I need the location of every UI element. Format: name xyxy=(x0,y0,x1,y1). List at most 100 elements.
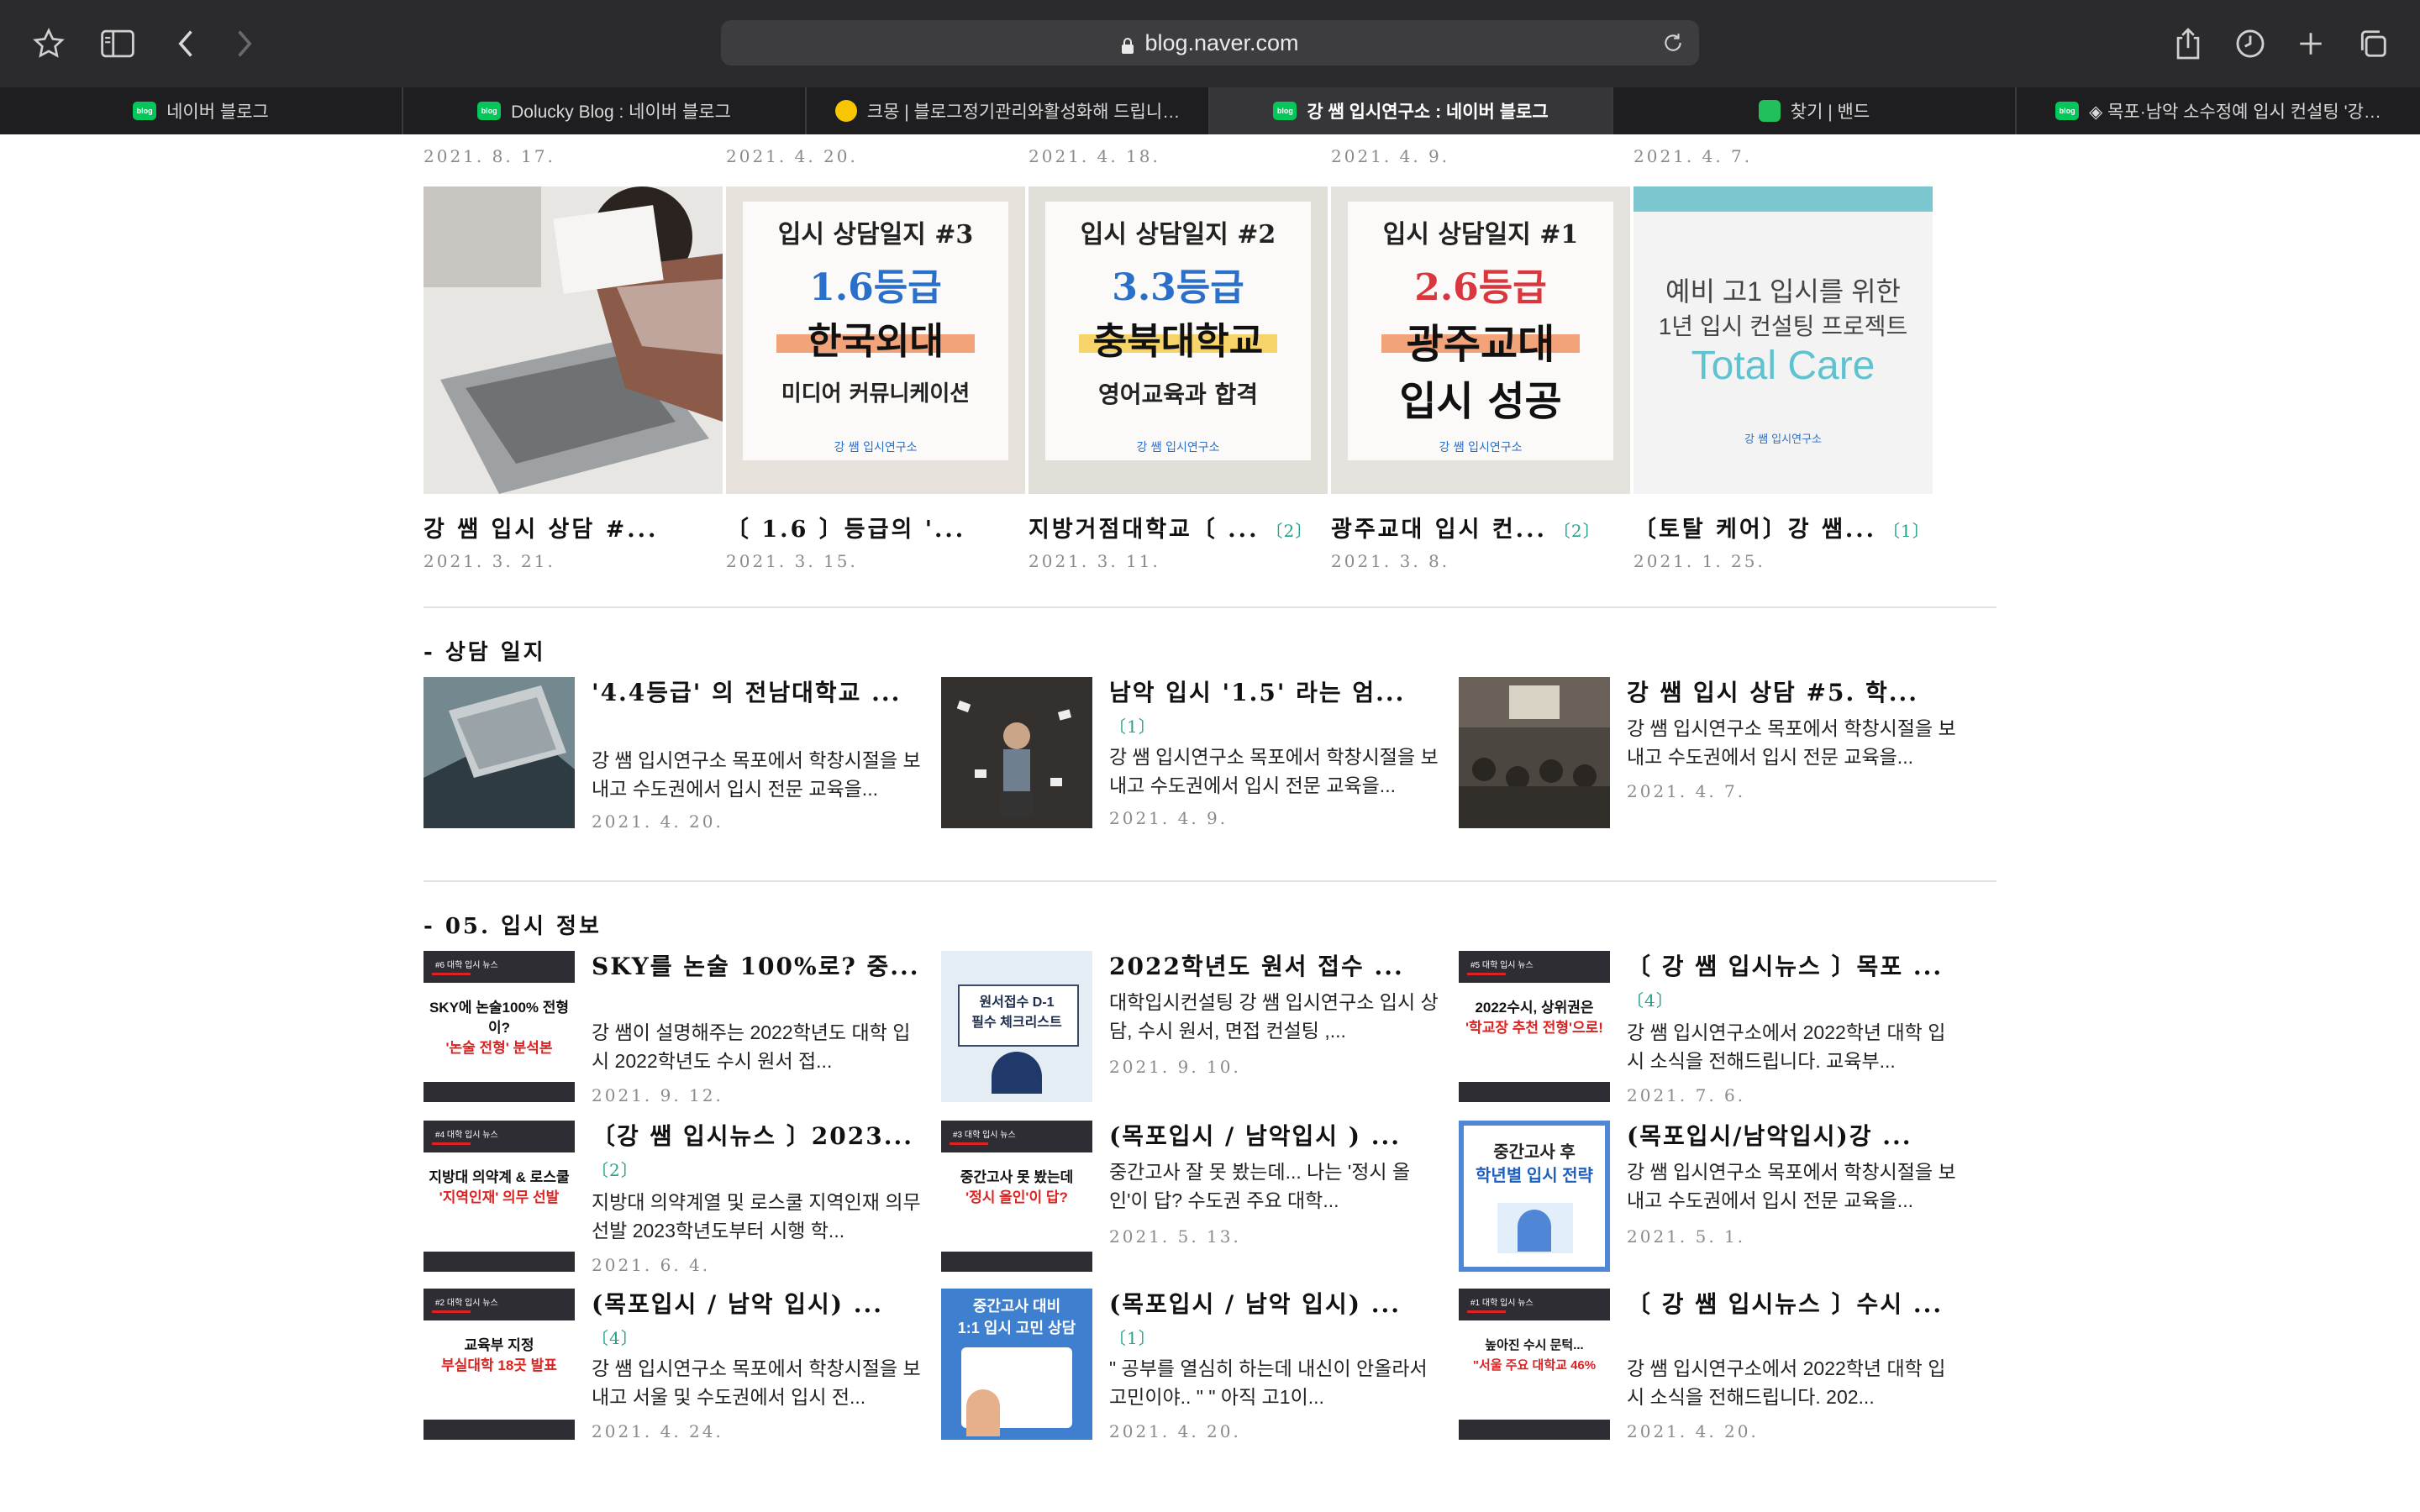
comment-count[interactable]: 〔2〕 xyxy=(1554,521,1601,541)
comment-count[interactable]: 〔4〕 xyxy=(592,1328,639,1348)
share-icon[interactable] xyxy=(2166,22,2210,66)
card-line1: 입시 상담일지 #2 xyxy=(1080,220,1276,249)
browser-tab[interactable]: 크몽 | 블로그정기관리와활성화해 드립니… xyxy=(807,87,1210,134)
post-title-link[interactable]: 〔토탈 케어〕강 쌤... 〔1〕 xyxy=(1634,511,1930,543)
post-title-link[interactable]: 강 쌤 입시 상담 #5. 학... xyxy=(1627,677,1963,709)
post-thumbnail[interactable] xyxy=(941,677,1092,828)
post-date: 2021. 1. 25. xyxy=(1634,551,1765,571)
post-thumbnail[interactable]: #4 대학 입시 뉴스 지방대 의약계 & 로스쿨 '지역인재' 의무 선발 xyxy=(424,1121,575,1272)
post-thumbnail[interactable]: #6 대학 입시 뉴스 SKY에 논술100% 전형이? '논술 전형' 분석본 xyxy=(424,951,575,1102)
card-grade: 2.6등급 xyxy=(1414,266,1547,309)
browser-tab[interactable]: blog ◈ 목포·남악 소수정예 입시 컨설팅 '강… xyxy=(2017,87,2420,134)
blog-favicon-icon: blog xyxy=(477,102,502,120)
browser-tab[interactable]: blog Dolucky Blog : 네이버 블로그 xyxy=(403,87,807,134)
post-excerpt: 강 쌤 입시연구소 목포에서 학창시절을 보내고 수도권에서 입시 전문 교육을… xyxy=(1627,1161,1956,1211)
post-thumbnail[interactable] xyxy=(1459,677,1610,828)
address-bar[interactable]: blog.naver.com xyxy=(721,20,1699,66)
comment-count[interactable]: 〔1〕 xyxy=(1109,1328,1156,1348)
card-logo: 강 쌤 입시연구소 xyxy=(1744,433,1822,446)
post-title-link[interactable]: 〔 강 쌤 입시뉴스 〕수시 ... xyxy=(1627,1289,1963,1320)
browser-tab[interactable]: blog 네이버 블로그 xyxy=(0,87,403,134)
post-thumbnail[interactable] xyxy=(424,186,723,494)
post-thumbnail[interactable]: 입시 상담일지 #3 1.6등급 한국외대 미디어 커뮤니케이션 강 쌤 입시연… xyxy=(726,186,1025,494)
browser-tab[interactable]: 찾기 | 밴드 xyxy=(1613,87,2017,134)
history-clock-icon[interactable] xyxy=(2228,22,2272,66)
post-date: 2021. 9. 10. xyxy=(1109,1057,1241,1077)
section-title[interactable]: - 05. 입시 정보 xyxy=(424,909,602,940)
post-title-link[interactable]: SKY를 논술 100%로? 중... xyxy=(592,951,928,983)
post-title-link[interactable]: 2022학년도 원서 접수 ... xyxy=(1109,951,1445,983)
back-chevron-icon[interactable] xyxy=(165,22,208,66)
post-date: 2021. 4. 9. xyxy=(1331,146,1450,166)
browser-tab-active[interactable]: blog 강 쌤 입시연구소 : 네이버 블로그 xyxy=(1210,87,1613,134)
blog-favicon-icon: blog xyxy=(133,102,157,120)
card-grade: 3.3등급 xyxy=(1112,266,1244,309)
post-date: 2021. 4. 20. xyxy=(1109,1421,1241,1441)
comment-count[interactable]: 〔1〕 xyxy=(1883,521,1930,541)
post-title-link[interactable]: 〔 강 쌤 입시뉴스 〕목포 ... 〔4〕 xyxy=(1627,951,1963,1016)
post-title-link[interactable]: (목포입시 / 남악입시 ) ... xyxy=(1109,1121,1445,1152)
post-title-link[interactable]: (목포입시 / 남악 입시) ... 〔4〕 xyxy=(592,1289,928,1354)
tab-title: 크몽 | 블로그정기관리와활성화해 드립니… xyxy=(866,102,1181,122)
post-excerpt: 강 쌤 입시연구소 목포에서 학창시절을 보내고 서울 및 수도권에서 입시 전… xyxy=(592,1357,921,1408)
post-thumbnail[interactable]: 중간고사 대비 1:1 입시 고민 상담 xyxy=(941,1289,1092,1440)
post-date: 2021. 4. 7. xyxy=(1627,781,1746,801)
card-logo: 강 쌤 입시연구소 xyxy=(1439,441,1523,454)
post-title-link[interactable]: (목포입시/남악입시)강 ... xyxy=(1627,1121,1963,1152)
band-favicon-icon xyxy=(1758,100,1781,122)
post-thumbnail[interactable]: 원서접수 D-1 필수 체크리스트 xyxy=(941,951,1092,1102)
post-excerpt: 중간고사 잘 못 봤는데... 나는 '정시 올인'이 답? 수도권 주요 대학… xyxy=(1109,1161,1411,1211)
post-date: 2021. 3. 21. xyxy=(424,551,555,571)
section-title[interactable]: - 상담 일지 xyxy=(424,635,546,666)
post-thumbnail[interactable]: 중간고사 후 학년별 입시 전략 xyxy=(1459,1121,1610,1272)
post-thumbnail[interactable]: #3 대학 입시 뉴스 중간고사 못 봤는데 '정시 올인'이 답? xyxy=(941,1121,1092,1272)
post-date: 2021. 4. 7. xyxy=(1634,146,1753,166)
post-thumbnail[interactable]: #5 대학 입시 뉴스 2022수시, 상위권은 '학교장 추천 전형'으로! xyxy=(1459,951,1610,1102)
post-title-link[interactable]: 광주교대 입시 컨... 〔2〕 xyxy=(1331,511,1601,543)
post-date: 2021. 3. 8. xyxy=(1331,551,1450,571)
tab-overview-icon[interactable] xyxy=(2351,22,2395,66)
post-excerpt: 강 쌤 입시연구소 목포에서 학창시절을 보내고 수도권에서 입시 전문 교육을… xyxy=(1627,717,1956,768)
post-title-link[interactable]: 강 쌤 입시 상담 #... xyxy=(424,511,658,543)
sidebar-toggle-icon[interactable] xyxy=(96,22,139,66)
tab-title: Dolucky Blog : 네이버 블로그 xyxy=(511,102,731,122)
post-excerpt: 강 쌤 입시연구소에서 2022학년 대학 입시 소식을 전해드립니다. 교육부… xyxy=(1627,1021,1946,1072)
post-date: 2021. 4. 20. xyxy=(1627,1421,1759,1441)
post-title-link[interactable]: '4.4등급' 의 전남대학교 ... xyxy=(592,677,928,709)
comment-count[interactable]: 〔2〕 xyxy=(592,1160,639,1180)
post-date: 2021. 5. 13. xyxy=(1109,1226,1241,1247)
post-thumbnail[interactable]: #1 대학 입시 뉴스 높아진 수시 문턱... "서울 주요 대학교 46% xyxy=(1459,1289,1610,1440)
comment-count[interactable]: 〔2〕 xyxy=(1265,521,1313,541)
post-title-link[interactable]: 남악 입시 '1.5' 라는 엄... 〔1〕 xyxy=(1109,677,1445,743)
post-excerpt: 강 쌤 입시연구소 목포에서 학창시절을 보내고 수도권에서 입시 전문 교육을… xyxy=(1109,746,1439,796)
post-title-link[interactable]: 〔 1.6 〕등급의 '... xyxy=(726,511,965,543)
comment-count[interactable]: 〔4〕 xyxy=(1627,990,1674,1011)
post-thumbnail[interactable] xyxy=(424,677,575,828)
post-title-link[interactable]: (목포입시 / 남악 입시) ... 〔1〕 xyxy=(1109,1289,1445,1354)
post-thumbnail[interactable]: 예비 고1 입시를 위한 1년 입시 컨설팅 프로젝트 Total Care 강… xyxy=(1634,186,1933,494)
kmong-favicon-icon xyxy=(834,100,857,122)
bookmark-star-icon[interactable] xyxy=(27,22,71,66)
comment-count[interactable]: 〔1〕 xyxy=(1109,717,1156,737)
post-thumbnail[interactable]: 입시 상담일지 #1 2.6등급 광주교대 입시 성공 강 쌤 입시연구소 xyxy=(1331,186,1630,494)
forward-chevron-icon[interactable] xyxy=(222,22,266,66)
tab-title: ◈ 목포·남악 소수정예 입시 컨설팅 '강… xyxy=(2089,102,2381,122)
post-thumbnail[interactable]: 입시 상담일지 #2 3.3등급 충북대학교 영어교육과 합격 강 쌤 입시연구… xyxy=(1028,186,1328,494)
post-date: 2021. 3. 11. xyxy=(1028,551,1160,571)
blog-page: 2021. 8. 17. 2021. 4. 20. 2021. 4. 18. 2… xyxy=(0,134,2420,1512)
card-major: 미디어 커뮤니케이션 xyxy=(781,381,971,407)
post-excerpt: 강 쌤 입시연구소에서 2022학년 대학 입시 소식을 전해드립니다. 202… xyxy=(1627,1357,1946,1408)
post-excerpt: 지방대 의약계열 및 로스쿨 지역인재 의무 선발 2023학년도부터 시행 학… xyxy=(592,1191,921,1242)
section-divider xyxy=(424,606,1996,608)
tab-title: 찾기 | 밴드 xyxy=(1790,102,1870,122)
post-thumbnail[interactable]: #2 대학 입시 뉴스 교육부 지정 부실대학 18곳 발표 xyxy=(424,1289,575,1440)
post-title-link[interactable]: 지방거점대학교〔 ... 〔2〕 xyxy=(1028,511,1313,543)
post-title-link[interactable]: 〔강 쌤 입시뉴스 〕2023... 〔2〕 xyxy=(592,1121,928,1186)
card-line3: Total Care xyxy=(1691,344,1876,388)
tab-title: 네이버 블로그 xyxy=(166,102,269,122)
new-tab-plus-icon[interactable] xyxy=(2289,22,2333,66)
blog-favicon-icon: blog xyxy=(1273,102,1297,120)
reload-icon[interactable] xyxy=(1662,32,1684,57)
post-date: 2021. 4. 20. xyxy=(726,146,858,166)
post-excerpt: 강 쌤이 설명해주는 2022학년도 대학 입시 2022학년도 수시 원서 접… xyxy=(592,1021,911,1072)
